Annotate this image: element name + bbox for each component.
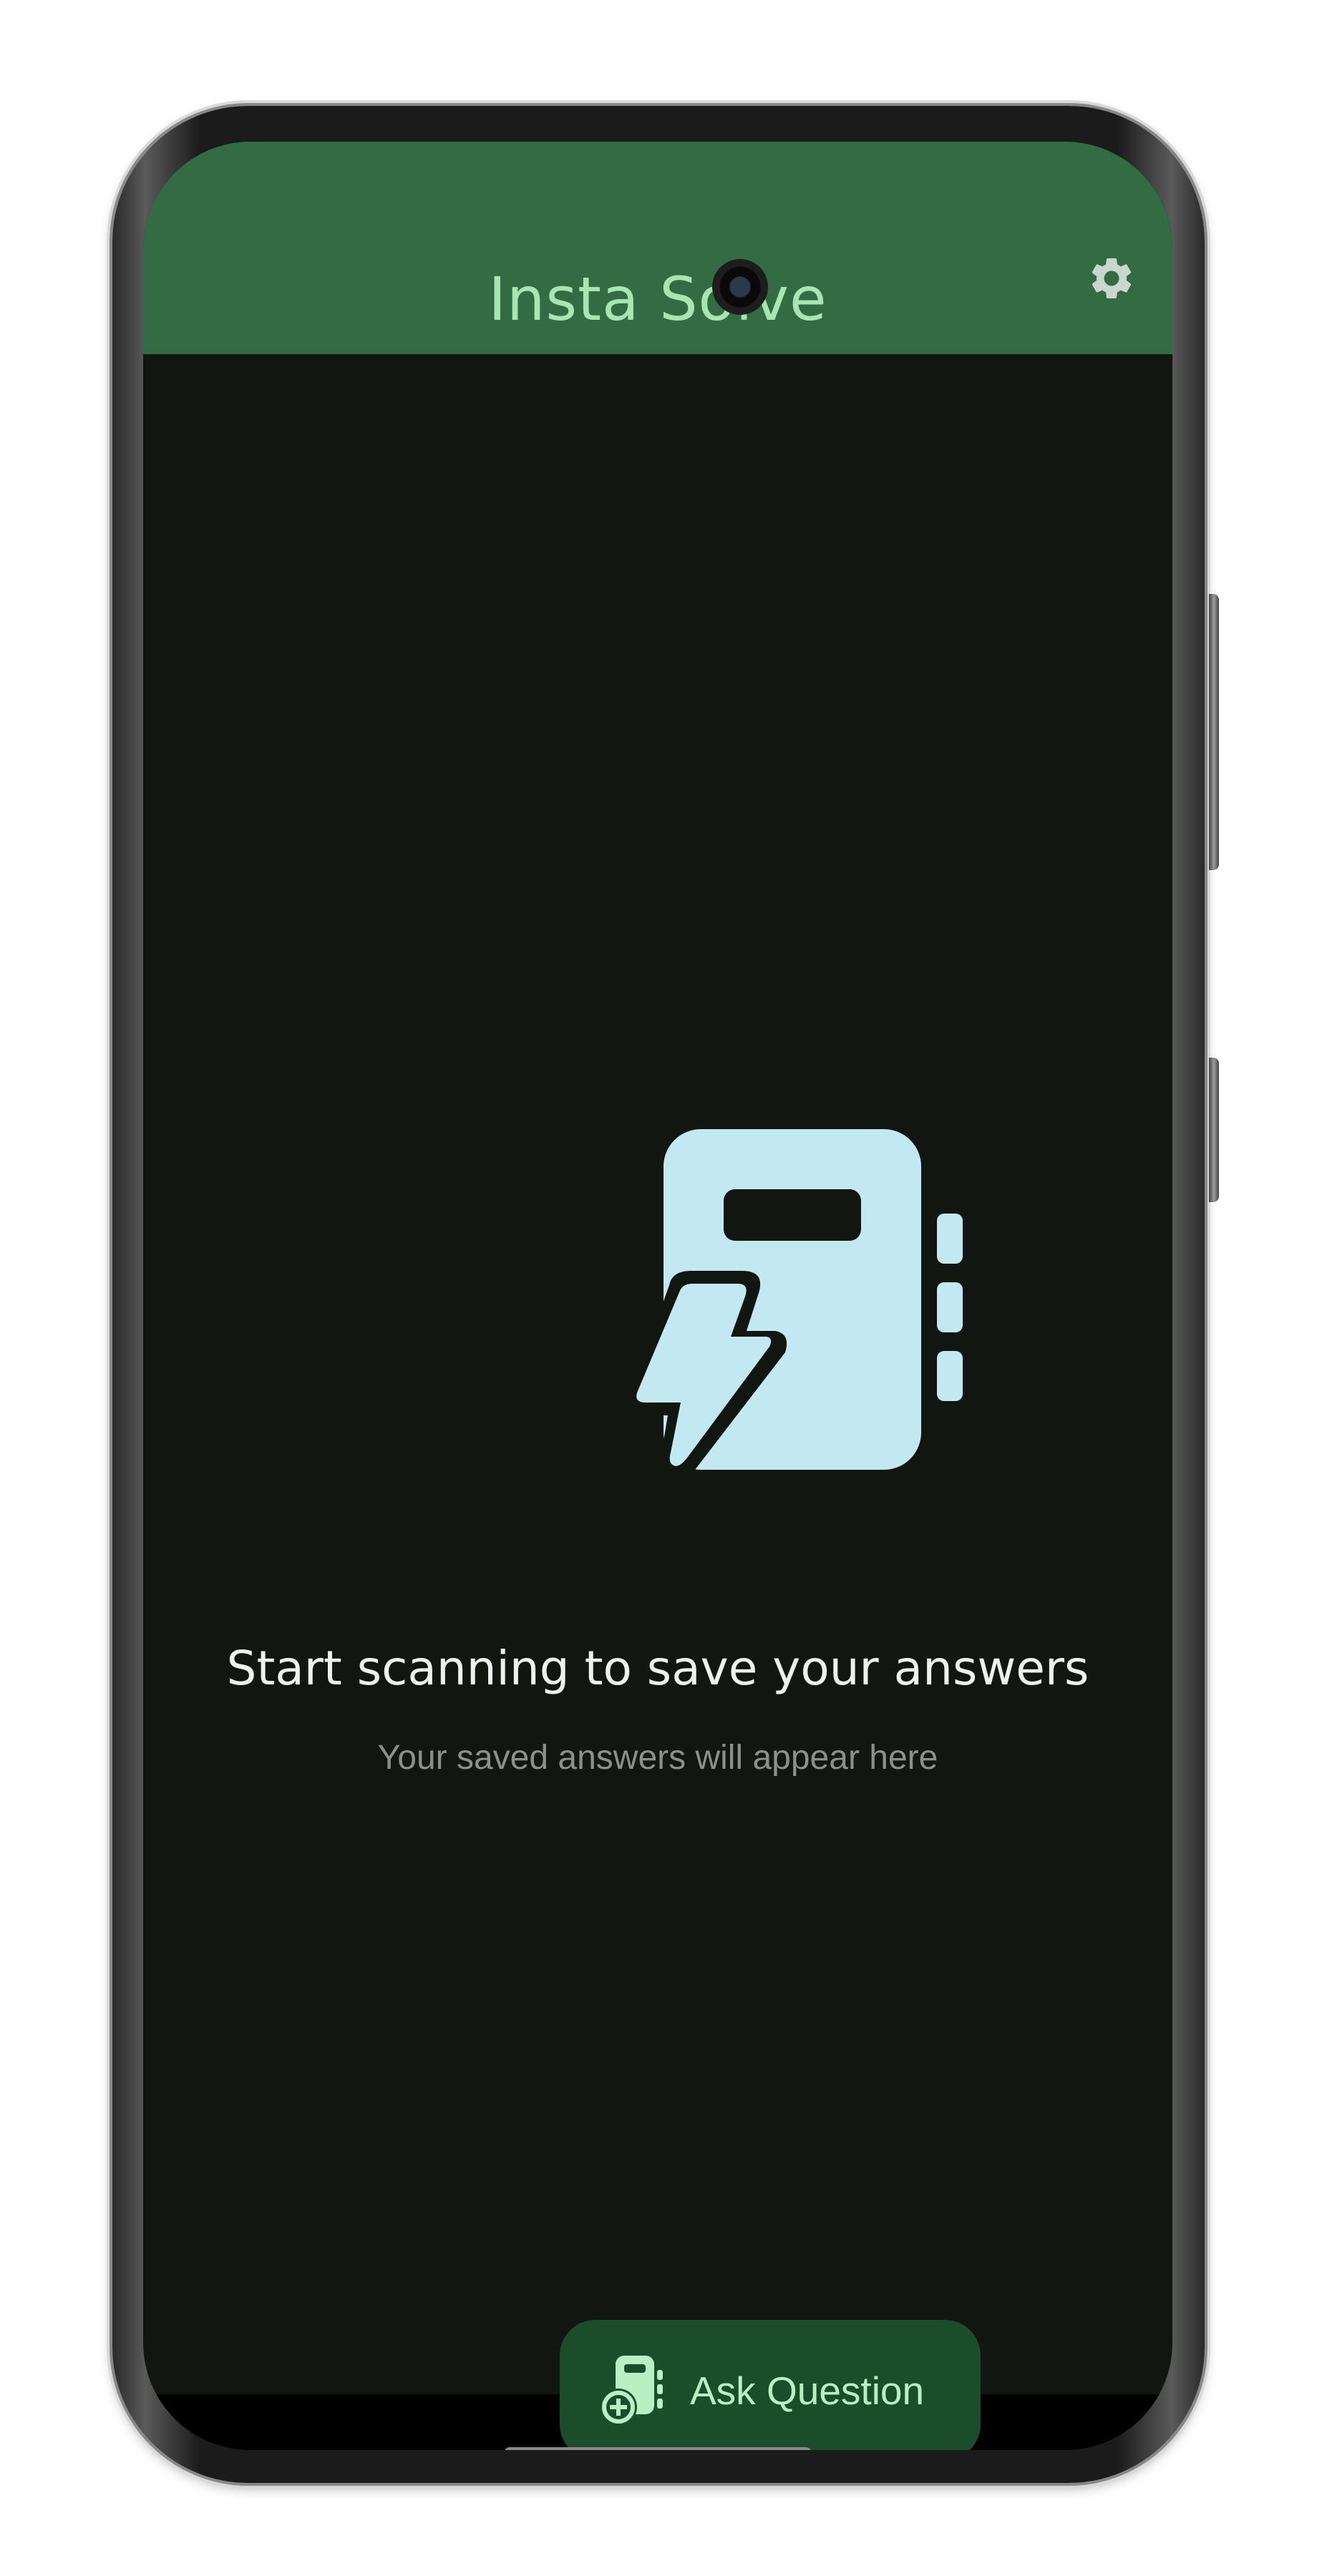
app-bar: Insta Solve: [143, 142, 1172, 354]
ask-question-button[interactable]: Ask Question: [560, 2320, 981, 2450]
notebook-add-icon: [600, 2356, 663, 2426]
empty-state-subtext: Your saved answers will appear here: [377, 1739, 938, 1777]
app-title: Insta Solve: [488, 264, 827, 334]
power-button: [1209, 1058, 1219, 1202]
notebook-lightning-icon: [627, 1129, 963, 1485]
app-screen: Insta Solve Start scanning to save your …: [143, 142, 1172, 2450]
home-indicator[interactable]: [505, 2447, 811, 2450]
gear-icon: [1092, 258, 1132, 298]
front-camera: [712, 259, 768, 315]
empty-state-headline: Start scanning to save your answers: [226, 1641, 1089, 1696]
ask-question-label: Ask Question: [690, 2368, 925, 2413]
settings-button[interactable]: [1082, 248, 1142, 308]
volume-button: [1209, 594, 1219, 870]
phone-frame: Insta Solve Start scanning to save your …: [112, 106, 1219, 2483]
